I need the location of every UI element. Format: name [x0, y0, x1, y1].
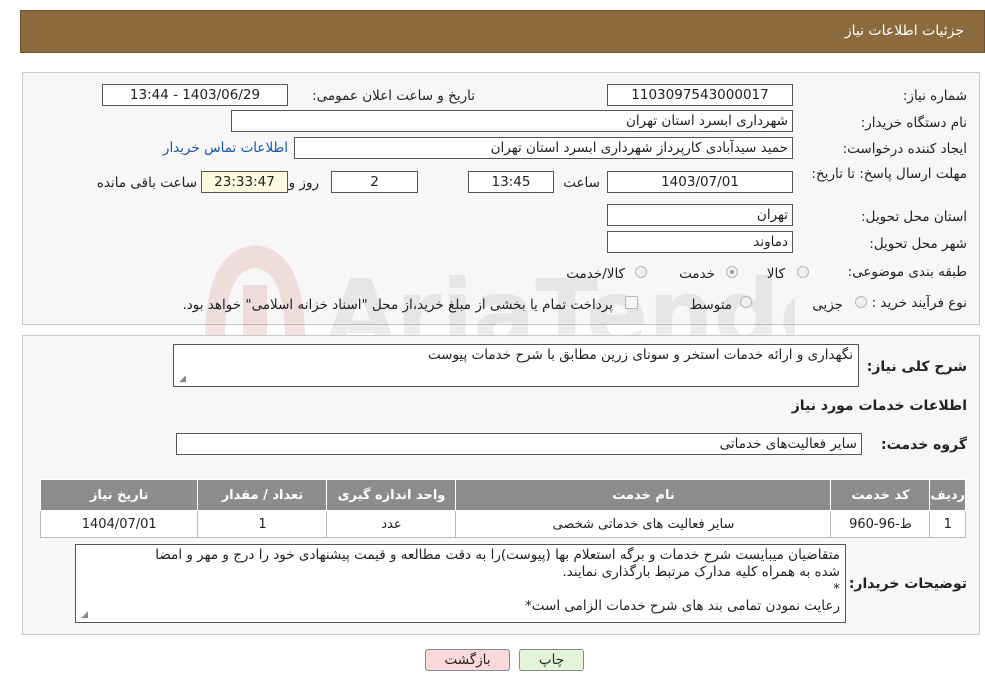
- category-option-service: خدمت: [679, 266, 715, 282]
- buyer-org-label: نام دستگاه خریدار:: [860, 115, 967, 131]
- days-label: روز و: [288, 175, 319, 191]
- remaining-time-field: 23:33:47: [201, 171, 288, 193]
- deadline-date-field: 1403/07/01: [607, 171, 793, 193]
- buyer-org-field: شهرداری ابسرد استان تهران: [231, 110, 793, 132]
- category-radio-goods[interactable]: [797, 266, 809, 278]
- deadline-time-label: ساعت: [563, 175, 600, 191]
- process-radio-partial[interactable]: [855, 296, 867, 308]
- services-table: ردیف کد خدمت نام خدمت واحد اندازه گیری ت…: [39, 479, 966, 538]
- page-header: جزئیات اطلاعات نیاز: [20, 10, 985, 53]
- print-button[interactable]: چاپ: [519, 649, 584, 671]
- province-label: استان محل تحویل:: [861, 209, 967, 225]
- col-service-code: کد خدمت: [830, 479, 931, 511]
- process-option-partial: جزیی: [812, 297, 843, 313]
- col-need-date: تاریخ نیاز: [39, 479, 199, 511]
- need-summary-textarea[interactable]: نگهداری و ارائه خدمات استخر و سونای زرین…: [173, 344, 859, 387]
- buyer-notes-textarea[interactable]: متقاضیان میبایست شرح خدمات و برگه استعلا…: [75, 544, 846, 623]
- creator-label: ایجاد کننده درخواست:: [842, 141, 967, 157]
- remaining-label: ساعت باقی مانده: [96, 175, 197, 191]
- service-group-label: گروه خدمت:: [881, 437, 967, 453]
- deadline-time-field: 13:45: [468, 171, 554, 193]
- cell-row-number: 1: [929, 510, 966, 538]
- treasury-payment-checkbox[interactable]: [625, 296, 638, 309]
- process-option-medium: متوسط: [689, 297, 732, 313]
- col-quantity: تعداد / مقدار: [197, 479, 328, 511]
- services-section-title: اطلاعات خدمات مورد نیاز: [791, 398, 967, 414]
- city-label: شهر محل تحویل:: [869, 236, 967, 252]
- category-option-goods: کالا: [766, 266, 785, 282]
- process-label: نوع فرآیند خرید :: [871, 295, 967, 311]
- province-field: تهران: [607, 204, 793, 226]
- buyer-notes-line: شده به همراه کلیه مدارک مرتبط بارگذاری ن…: [562, 564, 840, 580]
- buyer-notes-line: رعایت نمودن تمامی بند های شرح خدمات الزا…: [525, 598, 840, 614]
- cell-need-date: 1404/07/01: [39, 510, 199, 538]
- category-radio-goods-service[interactable]: [635, 266, 647, 278]
- need-number-label: شماره نیاز:: [902, 88, 967, 104]
- col-row-number: ردیف: [929, 479, 966, 511]
- buyer-notes-line: متقاضیان میبایست شرح خدمات و برگه استعلا…: [155, 547, 840, 563]
- table-row: 1 ط-96-960 سایر فعالیت های خدماتی شخصی ع…: [39, 510, 966, 538]
- cell-service-name: سایر فعالیت های خدماتی شخصی: [455, 510, 832, 538]
- buyer-contact-link[interactable]: اطلاعات تماس خریدار: [163, 140, 288, 156]
- days-field: 2: [331, 171, 418, 193]
- cell-service-code: ط-96-960: [830, 510, 931, 538]
- col-unit: واحد اندازه گیری: [326, 479, 457, 511]
- need-summary-label: شرح کلی نیاز:: [866, 359, 967, 375]
- cell-unit: عدد: [326, 510, 457, 538]
- deadline-label: مهلت ارسال پاسخ: تا تاریخ:: [811, 166, 967, 182]
- back-button[interactable]: بازگشت: [425, 649, 510, 671]
- page-title: جزئیات اطلاعات نیاز: [844, 23, 964, 39]
- buyer-notes-line: *: [833, 581, 840, 597]
- category-radio-service[interactable]: [726, 266, 738, 278]
- cell-quantity: 1: [197, 510, 328, 538]
- category-label: طبقه بندی موضوعی:: [847, 264, 967, 280]
- service-group-field: سایر فعالیت‌های خدماتی: [176, 433, 862, 455]
- resize-grip-icon[interactable]: ◢: [176, 374, 186, 384]
- category-option-goods-service: کالا/خدمت: [566, 266, 625, 282]
- need-number-field: 1103097543000017: [607, 84, 793, 106]
- table-header-row: ردیف کد خدمت نام خدمت واحد اندازه گیری ت…: [39, 479, 966, 511]
- buyer-notes-label: توضیحات خریدار:: [848, 576, 967, 592]
- payment-note: پرداخت تمام یا بخشی از مبلغ خرید،از محل …: [182, 297, 613, 313]
- col-service-name: نام خدمت: [455, 479, 832, 511]
- announce-label: تاریخ و ساعت اعلان عمومی:: [312, 88, 475, 104]
- need-summary-text: نگهداری و ارائه خدمات استخر و سونای زرین…: [427, 347, 853, 363]
- city-field: دماوند: [607, 231, 793, 253]
- process-radio-medium[interactable]: [740, 296, 752, 308]
- resize-grip-icon[interactable]: ◢: [78, 610, 88, 620]
- announce-field: 1403/06/29 - 13:44: [102, 84, 288, 106]
- creator-field: حمید سیدآبادی کارپرداز شهرداری ابسرد است…: [294, 137, 793, 159]
